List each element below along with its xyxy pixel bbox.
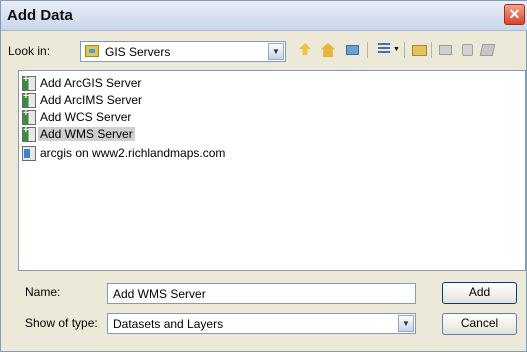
look-in-value: GIS Servers (105, 45, 171, 59)
disabled-tool-icon (479, 41, 497, 59)
show-of-type-value: Datasets and Layers (113, 317, 224, 331)
chevron-down-icon[interactable]: ▼ (398, 315, 414, 332)
list-item-label: Add ArcIMS Server (40, 93, 143, 107)
disabled-tool-icon (437, 41, 455, 59)
list-item-label: Add WMS Server (38, 127, 135, 141)
add-data-dialog: Add Data ✕ Look in: GIS Servers ▼ ▼ Add … (0, 0, 527, 352)
connect-to-folder-icon[interactable] (344, 41, 362, 59)
disabled-tool-icon (459, 41, 477, 59)
look-in-label: Look in: (8, 44, 51, 58)
name-label: Name: (25, 285, 61, 299)
cancel-button[interactable]: Cancel (442, 313, 517, 335)
show-of-type-label: Show of type: (25, 316, 98, 330)
title-bar[interactable]: Add Data ✕ (1, 1, 527, 31)
add-server-icon (22, 108, 36, 125)
gis-servers-folder-icon (85, 45, 99, 57)
list-item-label: Add ArcGIS Server (40, 76, 142, 90)
chevron-down-icon[interactable]: ▼ (268, 43, 284, 60)
dialog-title: Add Data (7, 7, 73, 24)
look-in-combo[interactable]: GIS Servers ▼ (80, 41, 286, 62)
up-one-level-icon[interactable] (296, 41, 314, 59)
list-view-icon[interactable] (376, 41, 394, 59)
add-server-icon (22, 91, 36, 108)
add-server-icon (22, 74, 36, 91)
contents-list[interactable]: Add ArcGIS Server Add ArcIMS Server Add … (18, 70, 526, 271)
show-of-type-select[interactable]: Datasets and Layers ▼ (107, 313, 416, 334)
home-icon[interactable] (319, 41, 337, 59)
toolbar-separator (404, 42, 405, 58)
add-server-icon (22, 125, 36, 142)
new-folder-icon[interactable] (411, 41, 429, 59)
toolbar-separator (431, 42, 432, 58)
list-item-label: Add WCS Server (40, 110, 132, 124)
name-field[interactable]: Add WMS Server (107, 283, 416, 304)
server-connection-icon (22, 146, 36, 161)
close-button[interactable]: ✕ (504, 4, 525, 25)
toolbar-separator (367, 42, 368, 58)
view-options-dropdown-icon[interactable]: ▼ (393, 41, 401, 59)
name-field-value: Add WMS Server (113, 287, 206, 301)
list-item-label: arcgis on www2.richlandmaps.com (40, 146, 226, 160)
add-button[interactable]: Add (442, 282, 517, 304)
